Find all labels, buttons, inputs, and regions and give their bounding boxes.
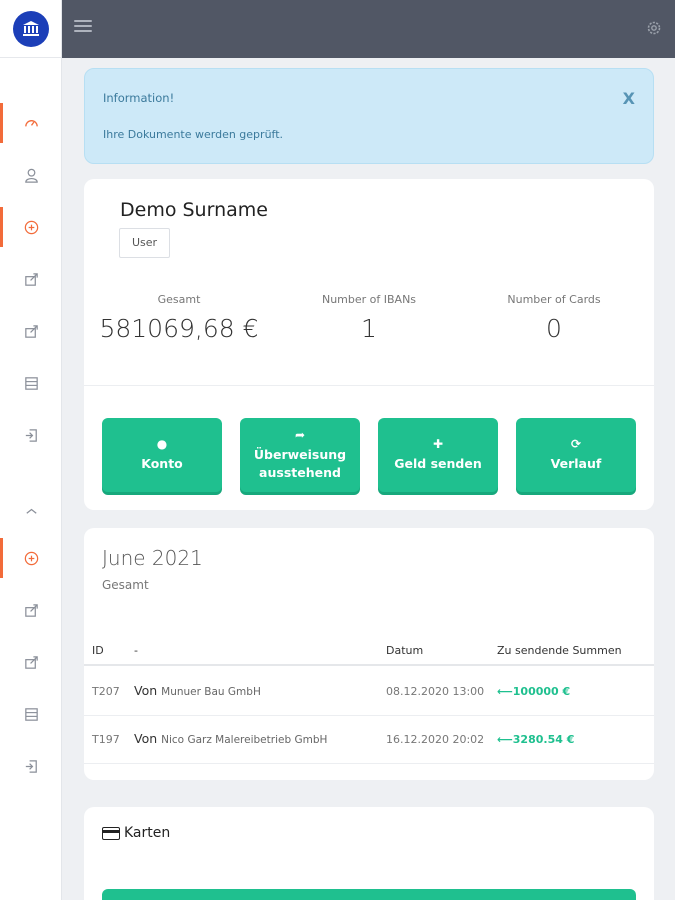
column-header-date: Datum bbox=[386, 644, 424, 657]
list-icon bbox=[24, 707, 38, 721]
history-button[interactable]: ⟳ Verlauf bbox=[516, 418, 636, 492]
table-row[interactable]: T207 Von Munuer Bau GmbH 08.12.2020 13:0… bbox=[84, 668, 654, 716]
logout-icon bbox=[25, 428, 37, 442]
cards-card: Karten bbox=[84, 807, 654, 900]
send-money-button[interactable]: ✚ Geld senden bbox=[378, 418, 498, 492]
alert-close-button[interactable]: X bbox=[623, 89, 635, 108]
share-icon bbox=[24, 655, 38, 669]
stat-label: Number of IBANs bbox=[321, 293, 417, 306]
column-header-id: ID bbox=[92, 644, 104, 657]
bank-logo-icon[interactable] bbox=[12, 10, 49, 47]
sidebar-item-export-2[interactable] bbox=[0, 642, 62, 682]
konto-button[interactable]: ● Konto bbox=[102, 418, 222, 492]
sidebar-item-add-2[interactable] bbox=[0, 538, 62, 578]
column-header-from: - bbox=[134, 644, 138, 657]
button-label: Konto bbox=[141, 455, 183, 471]
sidebar-item-add[interactable] bbox=[0, 207, 62, 247]
stat-ibans: Number of IBANs 1 bbox=[274, 293, 464, 343]
topbar bbox=[62, 0, 675, 58]
gear-icon[interactable] bbox=[645, 19, 663, 37]
tx-from-name: Nico Garz Malereibetrieb GmbH bbox=[161, 734, 328, 746]
tx-id: T197 bbox=[92, 733, 120, 746]
sidebar-item-logout[interactable] bbox=[0, 415, 62, 455]
sidebar-item-transfer-2[interactable] bbox=[0, 590, 62, 630]
pending-transfer-button[interactable]: ➦ Überweisung ausstehend bbox=[240, 418, 360, 492]
table-header: ID - Datum Zu sendende Summen bbox=[84, 638, 654, 666]
share-icon: ➦ bbox=[294, 428, 306, 442]
profile-name: Demo Surname bbox=[120, 199, 268, 221]
sidebar-item-documents[interactable] bbox=[0, 363, 62, 403]
button-label: Verlauf bbox=[550, 455, 602, 471]
transactions-card: June 2021 Gesamt ID - Datum Zu sendende … bbox=[84, 528, 654, 780]
button-label: Geld senden bbox=[394, 455, 482, 471]
sidebar-item-profile[interactable] bbox=[0, 155, 62, 195]
sidebar-item-collapsed[interactable] bbox=[0, 497, 62, 521]
share-icon bbox=[24, 272, 38, 286]
plus-circle-icon bbox=[24, 220, 38, 234]
tx-von-label: Von bbox=[134, 731, 158, 746]
plus-circle-icon bbox=[24, 551, 38, 565]
hamburger-menu-icon[interactable] bbox=[74, 20, 92, 36]
stat-value: 0 bbox=[546, 314, 562, 343]
sidebar-item-logout-2[interactable] bbox=[0, 746, 62, 786]
sidebar-item-transfer[interactable] bbox=[0, 259, 62, 299]
cards-title-label: Karten bbox=[124, 825, 171, 841]
history-icon: ⟳ bbox=[570, 436, 582, 451]
table-row[interactable]: T197 Von Nico Garz Malereibetrieb GmbH 1… bbox=[84, 716, 654, 764]
role-badge: User bbox=[119, 228, 171, 258]
button-label: Überweisung ausstehend bbox=[253, 447, 347, 480]
credit-card-icon bbox=[102, 826, 120, 840]
tx-date: 16.12.2020 20:02 bbox=[386, 733, 485, 746]
tx-amount: ⟵100000 € bbox=[497, 685, 571, 698]
column-header-amount: Zu sendende Summen bbox=[497, 644, 622, 657]
share-icon bbox=[24, 324, 38, 338]
logout-icon bbox=[25, 759, 37, 773]
info-alert: Information! Ihre Dokumente werden geprü… bbox=[84, 68, 654, 164]
chevron-up-icon bbox=[25, 508, 37, 514]
stat-value: 1 bbox=[361, 314, 377, 343]
dashboard-icon bbox=[24, 119, 38, 126]
stat-total: Gesamt 581069,68 € bbox=[84, 293, 274, 343]
tx-date: 08.12.2020 13:00 bbox=[386, 685, 485, 698]
sidebar-item-export[interactable] bbox=[0, 311, 62, 351]
stat-cards: Number of Cards 0 bbox=[459, 293, 649, 343]
tx-from: Von Munuer Bau GmbH bbox=[134, 683, 261, 698]
tx-id: T207 bbox=[92, 685, 120, 698]
share-icon bbox=[24, 603, 38, 617]
sidebar-item-dashboard[interactable] bbox=[0, 103, 62, 143]
tx-amount: ⟵3280.54 € bbox=[497, 733, 575, 746]
sidebar bbox=[0, 0, 62, 900]
main-content: Information! Ihre Dokumente werden geprü… bbox=[62, 58, 675, 900]
sidebar-item-documents-2[interactable] bbox=[0, 694, 62, 734]
add-card-button[interactable] bbox=[102, 889, 636, 900]
stat-label: Number of Cards bbox=[507, 293, 601, 306]
tx-von-label: Von bbox=[134, 683, 158, 698]
cards-title: Karten bbox=[102, 825, 170, 841]
alert-message: Ihre Dokumente werden geprüft. bbox=[103, 128, 284, 141]
month-title: June 2021 bbox=[102, 546, 203, 570]
user-icon bbox=[24, 168, 38, 183]
plus-icon: ✚ bbox=[432, 436, 444, 451]
tx-from-name: Munuer Bau GmbH bbox=[161, 686, 261, 698]
profile-card: Demo Surname User Gesamt 581069,68 € Num… bbox=[84, 179, 654, 510]
stat-label: Gesamt bbox=[157, 293, 201, 306]
logo-area bbox=[0, 0, 61, 58]
month-subtitle: Gesamt bbox=[102, 578, 149, 592]
stat-value: 581069,68 € bbox=[99, 314, 259, 343]
list-icon bbox=[24, 376, 38, 390]
tx-from: Von Nico Garz Malereibetrieb GmbH bbox=[134, 731, 327, 746]
divider bbox=[84, 385, 654, 386]
user-icon: ● bbox=[156, 436, 168, 451]
alert-title: Information! bbox=[103, 91, 175, 105]
